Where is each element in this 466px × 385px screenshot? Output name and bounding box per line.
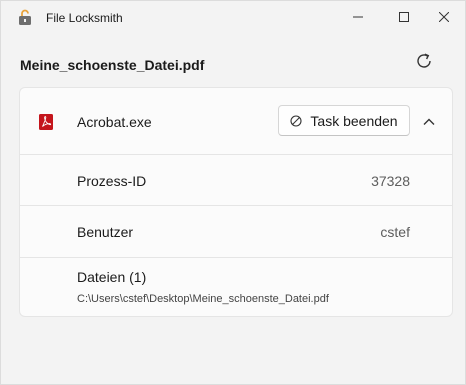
close-button[interactable] [421,1,466,33]
process-card: Acrobat.exe Task beenden Prozess-ID 3732… [19,87,453,317]
window-title: File Locksmith [46,11,123,25]
minimize-button[interactable] [335,1,381,33]
user-value: cstef [380,224,410,240]
process-id-label: Prozess-ID [77,173,147,189]
user-row: Benutzer cstef [20,206,452,258]
refresh-icon [417,53,431,68]
refresh-button[interactable] [412,49,436,73]
process-name: Acrobat.exe [77,114,152,130]
process-id-row: Prozess-ID 37328 [20,155,452,206]
files-row: Dateien (1) C:\Users\cstef\Desktop\Meine… [20,258,452,317]
stop-icon [290,114,302,127]
locked-file-name: Meine_schoenste_Datei.pdf [20,57,205,73]
process-header-row[interactable]: Acrobat.exe Task beenden [20,88,452,155]
title-bar[interactable]: File Locksmith [1,1,465,33]
pdf-icon [39,114,53,130]
chevron-up-icon[interactable] [422,115,436,129]
close-icon [439,12,449,22]
file-locksmith-window: File Locksmith Meine_schoenste_Datei.pdf… [0,0,466,385]
lock-icon [19,9,31,25]
end-task-button[interactable]: Task beenden [278,105,410,136]
end-task-label: Task beenden [310,112,398,129]
maximize-icon [399,12,409,22]
process-id-value: 37328 [371,173,410,189]
files-label: Dateien (1) [77,269,147,285]
minimize-icon [353,16,363,18]
user-label: Benutzer [77,224,134,240]
file-path: C:\Users\cstef\Desktop\Meine_schoenste_D… [77,293,329,305]
